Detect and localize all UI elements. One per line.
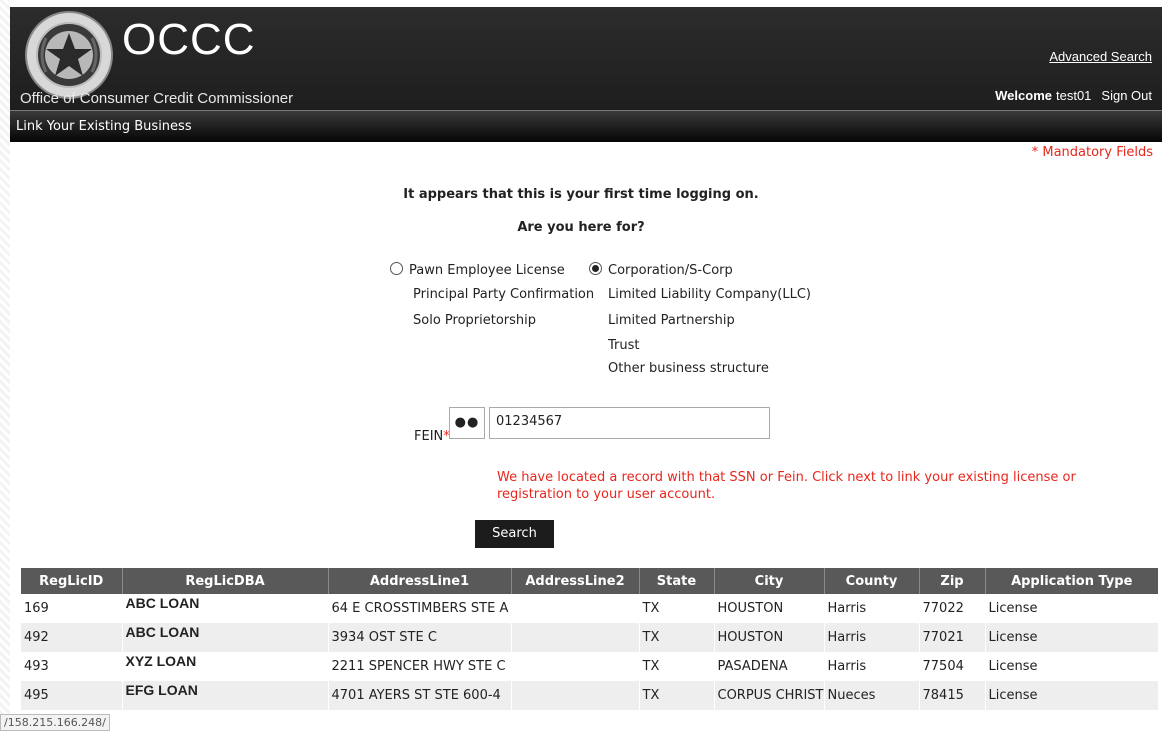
mandatory-fields-note: * Mandatory Fields bbox=[1031, 145, 1153, 160]
fein-prefix-field[interactable]: ●● bbox=[449, 407, 485, 439]
cell-city: HOUSTON bbox=[714, 594, 825, 623]
cell-address2 bbox=[511, 594, 640, 623]
cell-reglicid: 169 bbox=[21, 594, 123, 623]
cell-county: Harris bbox=[824, 623, 920, 652]
column-header[interactable]: RegLicID bbox=[21, 568, 123, 594]
status-bar-url: /158.215.166.248/ bbox=[0, 714, 110, 731]
cell-address1: 2211 SPENCER HWY STE C bbox=[328, 652, 512, 681]
column-header[interactable]: AddressLine2 bbox=[511, 568, 640, 594]
search-button[interactable]: Search bbox=[475, 520, 554, 548]
cell-zip: 78415 bbox=[919, 681, 986, 710]
column-header[interactable]: County bbox=[824, 568, 920, 594]
texas-seal-logo bbox=[25, 11, 113, 99]
cell-reglicdba: EFG LOAN bbox=[122, 681, 329, 710]
cell-reglicdba: ABC LOAN bbox=[122, 594, 329, 623]
cell-state: TX bbox=[639, 594, 715, 623]
cell-reglicdba: ABC LOAN bbox=[122, 623, 329, 652]
left-edge-strip bbox=[0, 0, 10, 731]
advanced-search-link[interactable]: Advanced Search bbox=[1049, 49, 1152, 64]
cell-address2 bbox=[511, 681, 640, 710]
welcome-label: Welcome bbox=[995, 88, 1052, 103]
cell-county: Harris bbox=[824, 652, 920, 681]
table-header-row: RegLicID RegLicDBA AddressLine1 AddressL… bbox=[21, 568, 1158, 594]
fein-label-text: FEIN bbox=[414, 429, 444, 444]
welcome-row: Welcome test01 Sign Out bbox=[995, 88, 1152, 103]
column-header[interactable]: RegLicDBA bbox=[122, 568, 329, 594]
cell-county: Harris bbox=[824, 594, 920, 623]
cell-reglicid: 495 bbox=[21, 681, 123, 710]
option-other-structure: Other business structure bbox=[608, 361, 769, 376]
table-row[interactable]: 169 ABC LOAN 64 E CROSSTIMBERS STE A TX … bbox=[21, 594, 1159, 623]
site-subtitle: Office of Consumer Credit Commissioner bbox=[20, 90, 294, 107]
cell-address1: 64 E CROSSTIMBERS STE A bbox=[328, 594, 512, 623]
cell-zip: 77504 bbox=[919, 652, 986, 681]
cell-address2 bbox=[511, 652, 640, 681]
site-header: OCCC Office of Consumer Credit Commissio… bbox=[10, 7, 1162, 110]
option-llc: Limited Liability Company(LLC) bbox=[608, 287, 811, 302]
cell-application-type: License bbox=[985, 623, 1159, 652]
table-row[interactable]: 492 ABC LOAN 3934 OST STE C TX HOUSTON H… bbox=[21, 623, 1159, 652]
radio-pawn-employee[interactable] bbox=[390, 262, 403, 275]
option-corporation[interactable]: Corporation/S-Corp bbox=[589, 262, 733, 278]
cell-reglicid: 493 bbox=[21, 652, 123, 681]
logo-text: OCCC bbox=[122, 15, 256, 64]
column-header[interactable]: AddressLine1 bbox=[328, 568, 512, 594]
option-trust: Trust bbox=[608, 338, 640, 353]
cell-city: HOUSTON bbox=[714, 623, 825, 652]
page-title: Link Your Existing Business bbox=[16, 119, 192, 134]
cell-application-type: License bbox=[985, 652, 1159, 681]
radio-corporation[interactable] bbox=[589, 262, 602, 275]
option-pawn-employee-label: Pawn Employee License bbox=[409, 263, 565, 278]
cell-application-type: License bbox=[985, 681, 1159, 710]
cell-application-type: License bbox=[985, 594, 1159, 623]
fein-input[interactable] bbox=[489, 407, 770, 439]
cell-city: PASADENA bbox=[714, 652, 825, 681]
table-row[interactable]: 493 XYZ LOAN 2211 SPENCER HWY STE C TX P… bbox=[21, 652, 1159, 681]
cell-address2 bbox=[511, 623, 640, 652]
cell-state: TX bbox=[639, 681, 715, 710]
sign-out-link[interactable]: Sign Out bbox=[1101, 88, 1152, 103]
option-principal-party: Principal Party Confirmation bbox=[413, 287, 595, 302]
record-found-message: We have located a record with that SSN o… bbox=[497, 470, 1076, 502]
cell-address1: 4701 AYERS ST STE 600-4 bbox=[328, 681, 512, 710]
question-heading: Are you here for? bbox=[517, 220, 645, 235]
page-title-bar: Link Your Existing Business bbox=[10, 110, 1162, 142]
option-solo-proprietorship: Solo Proprietorship bbox=[413, 313, 537, 328]
table-row[interactable]: 495 EFG LOAN 4701 AYERS ST STE 600-4 TX … bbox=[21, 681, 1159, 710]
option-pawn-employee[interactable]: Pawn Employee License bbox=[390, 262, 565, 278]
username: test01 bbox=[1055, 88, 1092, 103]
option-corporation-label: Corporation/S-Corp bbox=[608, 263, 733, 278]
cell-state: TX bbox=[639, 652, 715, 681]
column-header[interactable]: State bbox=[639, 568, 715, 594]
intro-heading: It appears that this is your first time … bbox=[403, 187, 759, 202]
cell-city: CORPUS CHRISTI bbox=[714, 681, 825, 710]
cell-state: TX bbox=[639, 623, 715, 652]
cell-address1: 3934 OST STE C bbox=[328, 623, 512, 652]
cell-county: Nueces bbox=[824, 681, 920, 710]
column-header[interactable]: Zip bbox=[919, 568, 986, 594]
fein-label: FEIN* bbox=[414, 429, 450, 444]
column-header[interactable]: City bbox=[714, 568, 825, 594]
column-header[interactable]: Application Type bbox=[985, 568, 1158, 594]
cell-zip: 77021 bbox=[919, 623, 986, 652]
cell-zip: 77022 bbox=[919, 594, 986, 623]
cell-reglicdba: XYZ LOAN bbox=[122, 652, 329, 681]
cell-reglicid: 492 bbox=[21, 623, 123, 652]
results-table: RegLicID RegLicDBA AddressLine1 AddressL… bbox=[21, 568, 1159, 710]
option-limited-partnership: Limited Partnership bbox=[608, 313, 735, 328]
